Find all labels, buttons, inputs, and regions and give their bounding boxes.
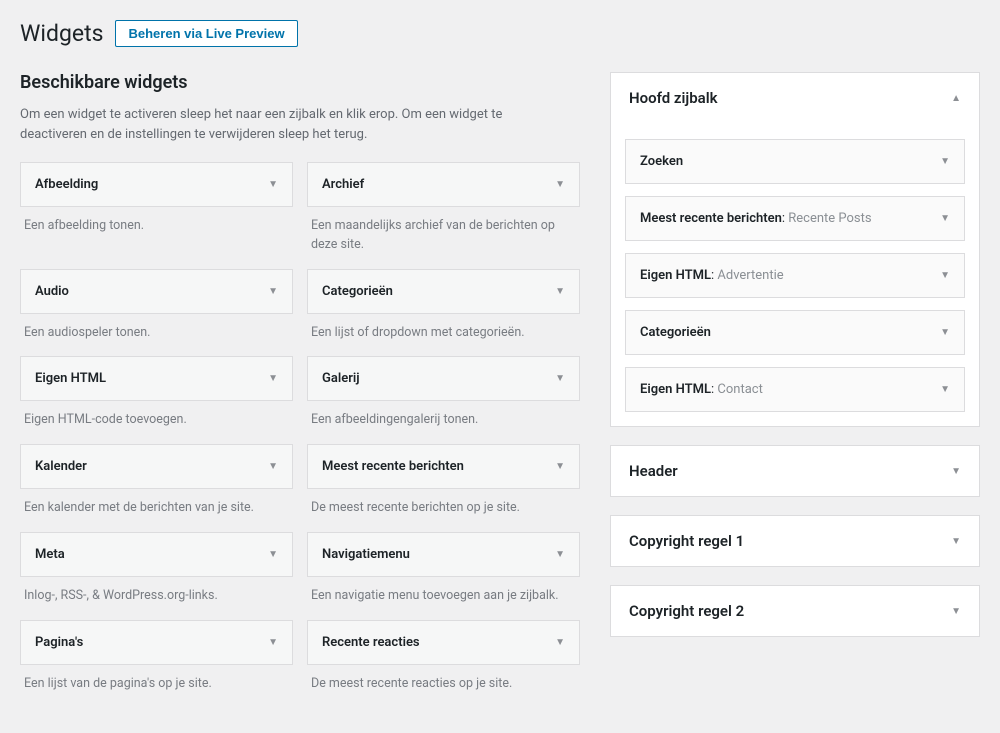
available-widget-toggle[interactable]: Recente reacties ▼ [307, 620, 580, 665]
placed-widget[interactable]: Categorieën ▼ [625, 310, 965, 355]
available-widget-toggle[interactable]: Audio ▼ [20, 269, 293, 314]
available-widget-title: Navigatiemenu [322, 547, 410, 562]
available-widget-title: Meta [35, 547, 65, 562]
placed-widget-label: Zoeken [640, 154, 683, 169]
available-widgets-description: Om een widget te activeren sleep het naa… [20, 105, 560, 144]
available-widget-title: Recente reacties [322, 635, 420, 650]
available-widget-title: Archief [322, 177, 364, 192]
available-widget-toggle[interactable]: Eigen HTML ▼ [20, 356, 293, 401]
placed-widget-label: Eigen HTML: Contact [640, 382, 763, 397]
available-widget: Eigen HTML ▼ Eigen HTML-code toevoegen. [20, 356, 293, 430]
available-widget: Pagina's ▼ Een lijst van de pagina's op je… [20, 620, 293, 694]
available-widget-toggle[interactable]: Pagina's ▼ [20, 620, 293, 665]
available-widget-title: Kalender [35, 459, 87, 474]
live-preview-button[interactable]: Beheren via Live Preview [115, 20, 297, 47]
available-widget: Archief ▼ Een maandelijks archief van de b… [307, 162, 580, 255]
available-widget: Kalender ▼ Een kalender met de berichten v… [20, 444, 293, 518]
available-widget-toggle[interactable]: Meta ▼ [20, 532, 293, 577]
chevron-down-icon: ▼ [555, 637, 565, 648]
available-widget: Afbeelding ▼ Een afbeelding tonen. [20, 162, 293, 255]
available-widget-description: Een audiospeler tonen. [20, 314, 293, 343]
chevron-down-icon: ▼ [940, 270, 950, 281]
sidebar-main: Hoofd zijbalk ▲ Zoeken▼Meest recente ber… [610, 72, 980, 427]
chevron-down-icon: ▼ [951, 606, 961, 617]
chevron-down-icon: ▼ [940, 213, 950, 224]
available-widgets-title: Beschikbare widgets [20, 72, 580, 93]
available-widget-description: Een lijst van de pagina's op je site. [20, 665, 293, 694]
available-widget-toggle[interactable]: Categorieën ▼ [307, 269, 580, 314]
available-widget-toggle[interactable]: Navigatiemenu ▼ [307, 532, 580, 577]
available-widget: Navigatiemenu ▼ Een navigatie menu toevoeg… [307, 532, 580, 606]
chevron-down-icon: ▼ [555, 286, 565, 297]
available-widget-title: Eigen HTML [35, 371, 106, 386]
chevron-down-icon: ▼ [268, 179, 278, 190]
sidebar-main-toggle[interactable]: Hoofd zijbalk ▲ [611, 73, 979, 123]
available-widget: Galerij ▼ Een afbeeldingengalerij tonen. [307, 356, 580, 430]
sidebar-header-title: Header [629, 462, 678, 480]
available-widget-description: Een lijst of dropdown met categorieën. [307, 314, 580, 343]
placed-widget-label: Categorieën [640, 325, 711, 340]
available-widget-title: Pagina's [35, 635, 83, 650]
sidebar-copyright-1-toggle[interactable]: Copyright regel 1 ▼ [611, 516, 979, 566]
available-widget-description: Een afbeeldingengalerij tonen. [307, 401, 580, 430]
available-widget-toggle[interactable]: Kalender ▼ [20, 444, 293, 489]
chevron-down-icon: ▼ [940, 156, 950, 167]
chevron-down-icon: ▼ [268, 549, 278, 560]
available-widget: Recente reacties ▼ De meest recente reacti… [307, 620, 580, 694]
chevron-down-icon: ▼ [940, 327, 950, 338]
sidebar-header-toggle[interactable]: Header ▼ [611, 446, 979, 496]
chevron-down-icon: ▼ [555, 461, 565, 472]
sidebar-copyright-2-title: Copyright regel 2 [629, 602, 744, 620]
sidebar-copyright-2: Copyright regel 2 ▼ [610, 585, 980, 637]
available-widget-description: De meest recente reacties op je site. [307, 665, 580, 694]
available-widget-title: Meest recente berichten [322, 459, 464, 474]
sidebar-copyright-1: Copyright regel 1 ▼ [610, 515, 980, 567]
sidebar-copyright-1-title: Copyright regel 1 [629, 532, 744, 550]
chevron-down-icon: ▼ [951, 536, 961, 547]
available-widget: Audio ▼ Een audiospeler tonen. [20, 269, 293, 343]
sidebar-header: Header ▼ [610, 445, 980, 497]
page-title: Widgets [20, 20, 103, 47]
sidebar-main-title: Hoofd zijbalk [629, 89, 718, 107]
chevron-down-icon: ▼ [555, 373, 565, 384]
available-widget-toggle[interactable]: Galerij ▼ [307, 356, 580, 401]
available-widget-description: Een afbeelding tonen. [20, 207, 293, 236]
available-widget-title: Galerij [322, 371, 360, 386]
chevron-down-icon: ▼ [268, 373, 278, 384]
chevron-down-icon: ▼ [268, 637, 278, 648]
placed-widget[interactable]: Eigen HTML: Contact ▼ [625, 367, 965, 412]
available-widget-toggle[interactable]: Afbeelding ▼ [20, 162, 293, 207]
chevron-down-icon: ▼ [268, 461, 278, 472]
sidebar-copyright-2-toggle[interactable]: Copyright regel 2 ▼ [611, 586, 979, 636]
chevron-down-icon: ▼ [940, 384, 950, 395]
chevron-down-icon: ▼ [555, 549, 565, 560]
placed-widget[interactable]: Meest recente berichten: Recente Posts ▼ [625, 196, 965, 241]
available-widget-title: Afbeelding [35, 177, 98, 192]
chevron-up-icon: ▲ [951, 93, 961, 104]
placed-widget[interactable]: Zoeken ▼ [625, 139, 965, 184]
placed-widget-label: Eigen HTML: Advertentie [640, 268, 784, 283]
available-widget: Meta ▼ Inlog-, RSS-, & WordPress.org-links… [20, 532, 293, 606]
chevron-down-icon: ▼ [268, 286, 278, 297]
placed-widget-label: Meest recente berichten: Recente Posts [640, 211, 872, 226]
available-widget-description: Een navigatie menu toevoegen aan je zijb… [307, 577, 580, 606]
available-widget-title: Audio [35, 284, 69, 299]
available-widget-title: Categorieën [322, 284, 393, 299]
available-widget: Meest recente berichten ▼ De meest recente… [307, 444, 580, 518]
chevron-down-icon: ▼ [951, 466, 961, 477]
available-widget-toggle[interactable]: Meest recente berichten ▼ [307, 444, 580, 489]
placed-widget[interactable]: Eigen HTML: Advertentie ▼ [625, 253, 965, 298]
available-widget-description: Een kalender met de berichten van je sit… [20, 489, 293, 518]
chevron-down-icon: ▼ [555, 179, 565, 190]
available-widget-description: Een maandelijks archief van de berichten… [307, 207, 580, 255]
available-widget-description: Eigen HTML-code toevoegen. [20, 401, 293, 430]
available-widget-toggle[interactable]: Archief ▼ [307, 162, 580, 207]
available-widget: Categorieën ▼ Een lijst of dropdown met ca… [307, 269, 580, 343]
available-widget-description: Inlog-, RSS-, & WordPress.org-links. [20, 577, 293, 606]
available-widget-description: De meest recente berichten op je site. [307, 489, 580, 518]
